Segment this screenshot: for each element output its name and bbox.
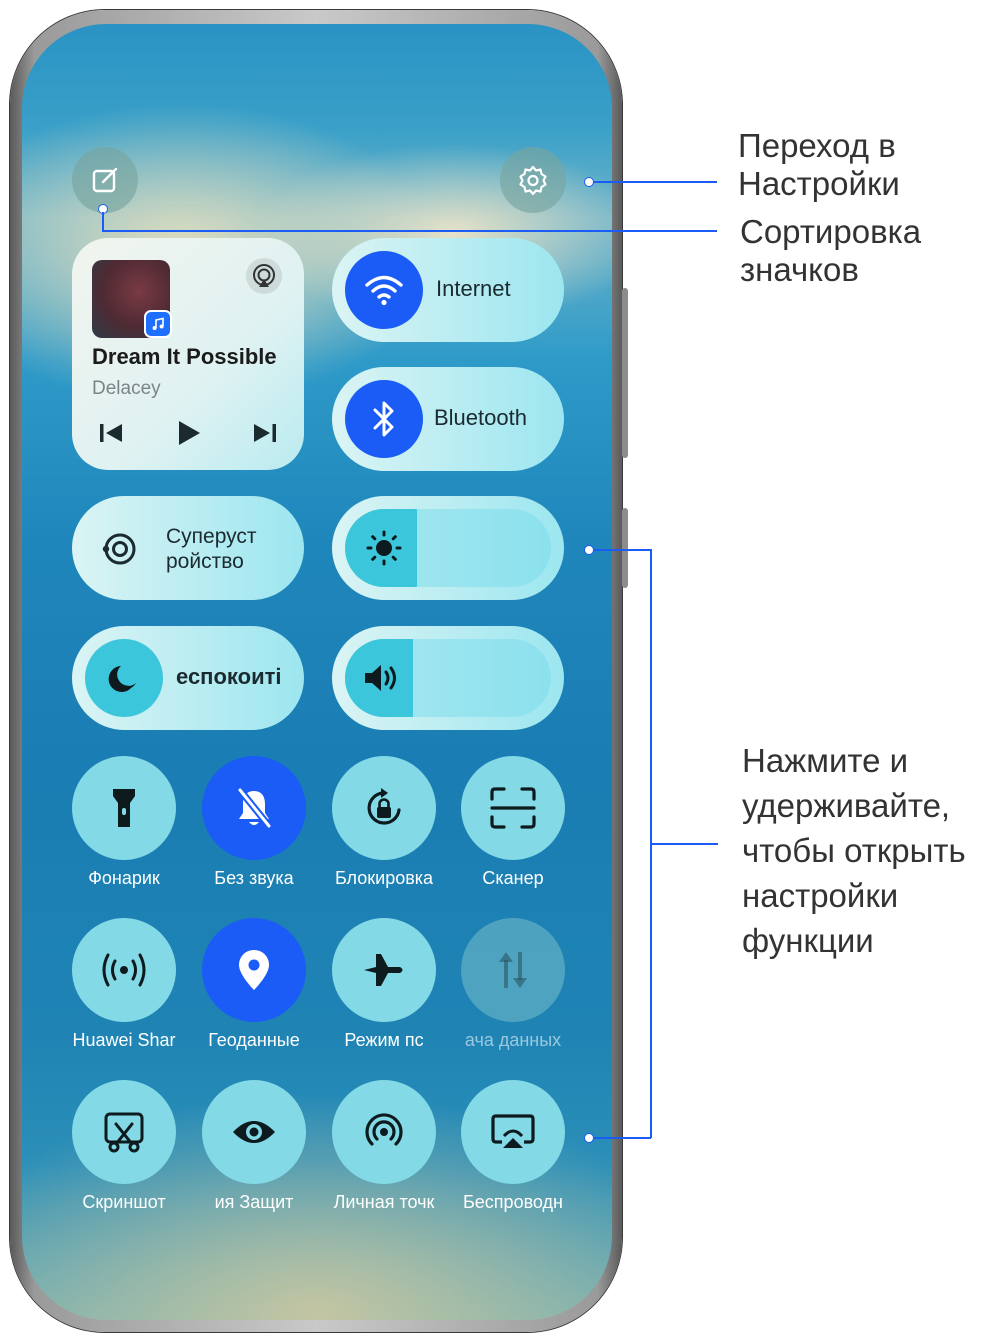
- tile-airplane[interactable]: [332, 918, 436, 1022]
- annotation-line-hold-top: [593, 549, 651, 551]
- super-device-label: Суперуст ройство: [166, 525, 257, 573]
- tile-label: Сканер: [482, 868, 544, 888]
- sort-icons-button[interactable]: [72, 147, 138, 213]
- location-icon: [236, 948, 272, 992]
- screenshot-icon: [102, 1110, 146, 1154]
- annotation-hold: Нажмите и удерживайте, чтобы открыть нас…: [742, 742, 966, 959]
- brightness-slider[interactable]: [332, 496, 564, 600]
- play-button[interactable]: [174, 418, 204, 448]
- scan-icon: [489, 786, 537, 830]
- tile-scan[interactable]: [461, 756, 565, 860]
- annotation-line-sort-v: [102, 212, 104, 232]
- tile-label: Huawei Shar: [72, 1030, 176, 1050]
- tile-label: ия Защит: [214, 1192, 294, 1212]
- super-device-toggle[interactable]: Суперуст ройство: [72, 496, 304, 600]
- bluetooth-label: Bluetooth: [434, 405, 527, 430]
- annotation-line-sort-h: [102, 230, 717, 232]
- volume-slider[interactable]: [332, 626, 564, 730]
- tile-label: Блокировка: [334, 868, 434, 888]
- tile-share-wave[interactable]: [72, 918, 176, 1022]
- song-title: Dream It Possible: [92, 344, 277, 369]
- moon-icon: [85, 639, 163, 717]
- tile-label: ача данных: [464, 1030, 562, 1050]
- tile-data-transfer[interactable]: [461, 918, 565, 1022]
- tile-location[interactable]: [202, 918, 306, 1022]
- tile-screenshot[interactable]: [72, 1080, 176, 1184]
- next-button[interactable]: [250, 418, 280, 448]
- share-wave-icon: [100, 952, 148, 988]
- flashlight-icon: [109, 786, 139, 830]
- tile-label: Скриншот: [82, 1192, 166, 1212]
- eye-icon: [231, 1116, 277, 1148]
- tile-eye[interactable]: [202, 1080, 306, 1184]
- annotation-settings: Переход в Настройки: [738, 127, 900, 202]
- tile-wireless-projection[interactable]: [461, 1080, 565, 1184]
- wireless-projection-icon: [490, 1112, 536, 1152]
- tile-hotspot[interactable]: [332, 1080, 436, 1184]
- tile-label: Геоданные: [208, 1030, 300, 1050]
- tile-flashlight[interactable]: [72, 756, 176, 860]
- album-art: [92, 260, 172, 338]
- previous-icon: [100, 424, 122, 442]
- play-icon: [179, 421, 200, 445]
- do-not-disturb-toggle[interactable]: еспокоиті: [72, 626, 304, 730]
- wifi-icon: [345, 251, 423, 329]
- annotation-line-settings: [593, 181, 717, 183]
- do-not-disturb-label: еспокоиті: [176, 664, 282, 689]
- annotation-line-hold-h: [652, 843, 718, 845]
- annotation-sort: Сортировка значков: [740, 213, 922, 288]
- speaker-icon: [362, 662, 402, 699]
- tile-label: Фонарик: [88, 868, 160, 888]
- music-app-icon: [144, 310, 172, 338]
- power-button: [622, 508, 628, 588]
- tile-bell-mute[interactable]: [202, 756, 306, 860]
- internet-label: Internet: [436, 276, 511, 301]
- song-artist: Delacey: [92, 378, 161, 399]
- bell-mute-icon: [234, 786, 274, 830]
- next-icon: [254, 424, 276, 442]
- annotation-line-hold-bottom: [593, 1137, 651, 1139]
- data-transfer-icon: [498, 950, 528, 990]
- hotspot-icon: [362, 1110, 406, 1154]
- tile-label: Личная точк: [333, 1192, 435, 1212]
- gear-icon: [519, 165, 547, 196]
- internet-toggle[interactable]: Internet: [332, 238, 564, 342]
- control-panel-screen: Dream It Possible Delacey Internet Bluet…: [22, 24, 612, 1320]
- bluetooth-toggle[interactable]: Bluetooth: [332, 367, 564, 471]
- tile-label: Беспроводн: [462, 1192, 563, 1212]
- tile-rotation-lock[interactable]: [332, 756, 436, 860]
- media-player-card[interactable]: Dream It Possible Delacey: [72, 238, 304, 470]
- tile-label: Режим пс: [344, 1030, 424, 1050]
- bluetooth-icon: [345, 380, 423, 458]
- tile-label: Без звука: [214, 868, 294, 888]
- edit-icon: [92, 167, 118, 193]
- volume-button: [622, 288, 628, 458]
- airplane-icon: [362, 950, 406, 990]
- audio-output-icon[interactable]: [246, 258, 282, 294]
- rotation-lock-icon: [362, 786, 406, 830]
- sun-icon: [366, 530, 402, 571]
- settings-button[interactable]: [500, 147, 566, 213]
- super-device-icon: [100, 530, 140, 573]
- previous-button[interactable]: [96, 418, 126, 448]
